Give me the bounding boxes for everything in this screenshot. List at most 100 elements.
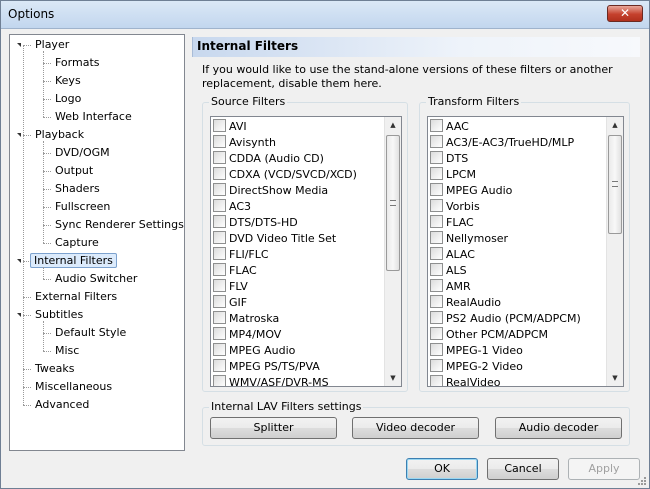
filter-checkbox[interactable]: [430, 151, 443, 164]
filter-list-item[interactable]: MPEG PS/TS/PVA: [213, 359, 320, 375]
tree-item-subtitles[interactable]: Subtitles: [30, 306, 88, 324]
scroll-thumb[interactable]: [608, 135, 622, 234]
tree-item-capture[interactable]: Capture: [50, 234, 104, 252]
filter-checkbox[interactable]: [430, 199, 443, 212]
cancel-button[interactable]: Cancel: [487, 458, 559, 480]
filter-checkbox[interactable]: [213, 215, 226, 228]
filter-checkbox[interactable]: [430, 375, 443, 386]
transform-scrollbar[interactable]: ▲ ▼: [606, 117, 623, 386]
filter-list-item[interactable]: MP4/MOV: [213, 327, 281, 343]
tree-item-keys[interactable]: Keys: [50, 72, 86, 90]
filter-list-item[interactable]: MPEG Audio: [213, 343, 295, 359]
filter-list-item[interactable]: Avisynth: [213, 135, 276, 151]
filter-list-item[interactable]: MPEG-1 Video: [430, 343, 523, 359]
filter-list-item[interactable]: CDXA (VCD/SVCD/XCD): [213, 167, 357, 183]
tree-item-player[interactable]: Player: [30, 36, 74, 54]
filter-list-item[interactable]: ALS: [430, 263, 467, 279]
tree-item-output[interactable]: Output: [50, 162, 98, 180]
tree-item-advanced[interactable]: Advanced: [30, 396, 94, 414]
filter-checkbox[interactable]: [430, 215, 443, 228]
source-filters-list[interactable]: WMV/ASF/DVR-MS MPEG PS/TS/PVA MPEG Audio MP…: [210, 116, 402, 387]
filter-checkbox[interactable]: [213, 119, 226, 132]
splitter-button[interactable]: Splitter: [210, 417, 337, 439]
filter-list-item[interactable]: RealAudio: [430, 295, 501, 311]
scroll-down-icon[interactable]: ▼: [385, 370, 401, 386]
filter-checkbox[interactable]: [430, 231, 443, 244]
filter-list-item[interactable]: DTS: [430, 151, 468, 167]
filter-checkbox[interactable]: [213, 327, 226, 340]
tree-item-formats[interactable]: Formats: [50, 54, 105, 72]
filter-checkbox[interactable]: [430, 327, 443, 340]
filter-list-item[interactable]: PS2 Audio (PCM/ADPCM): [430, 311, 581, 327]
filter-list-item[interactable]: AAC: [430, 119, 469, 135]
filter-list-item[interactable]: AVI: [213, 119, 247, 135]
filter-checkbox[interactable]: [213, 135, 226, 148]
filter-checkbox[interactable]: [213, 199, 226, 212]
tree-item-tweaks[interactable]: Tweaks: [30, 360, 80, 378]
filter-list-item[interactable]: FLAC: [430, 215, 474, 231]
expand-arrow-icon[interactable]: [17, 43, 21, 47]
tree-item-shaders[interactable]: Shaders: [50, 180, 105, 198]
filter-list-item[interactable]: AMR: [430, 279, 471, 295]
filter-list-item[interactable]: Nellymoser: [430, 231, 508, 247]
filter-checkbox[interactable]: [430, 343, 443, 356]
filter-checkbox[interactable]: [213, 167, 226, 180]
filter-checkbox[interactable]: [213, 343, 226, 356]
filter-checkbox[interactable]: [213, 375, 226, 386]
filter-checkbox[interactable]: [430, 295, 443, 308]
filter-list-item[interactable]: FLV: [213, 279, 248, 295]
filter-checkbox[interactable]: [430, 263, 443, 276]
video-decoder-button[interactable]: Video decoder: [352, 417, 479, 439]
filter-list-item[interactable]: LPCM: [430, 167, 476, 183]
filter-checkbox[interactable]: [430, 279, 443, 292]
filter-list-item[interactable]: AC3: [213, 199, 251, 215]
filter-list-item[interactable]: Matroska: [213, 311, 279, 327]
filter-list-item[interactable]: DTS/DTS-HD: [213, 215, 298, 231]
apply-button[interactable]: Apply: [568, 458, 640, 480]
filter-checkbox[interactable]: [213, 183, 226, 196]
filter-list-item[interactable]: GIF: [213, 295, 247, 311]
title-bar[interactable]: Options ✕: [1, 1, 649, 29]
filter-list-item[interactable]: FLAC: [213, 263, 257, 279]
tree-item-logo[interactable]: Logo: [50, 90, 86, 108]
filter-checkbox[interactable]: [430, 135, 443, 148]
scroll-thumb[interactable]: [386, 135, 400, 271]
filter-list-item[interactable]: CDDA (Audio CD): [213, 151, 324, 167]
filter-checkbox[interactable]: [213, 311, 226, 324]
scroll-down-icon[interactable]: ▼: [607, 370, 623, 386]
audio-decoder-button[interactable]: Audio decoder: [495, 417, 622, 439]
filter-checkbox[interactable]: [213, 263, 226, 276]
expand-arrow-icon[interactable]: [17, 133, 21, 137]
tree-item-web-interface[interactable]: Web Interface: [50, 108, 137, 126]
tree-item-miscellaneous[interactable]: Miscellaneous: [30, 378, 117, 396]
filter-checkbox[interactable]: [213, 359, 226, 372]
filter-checkbox[interactable]: [430, 359, 443, 372]
filter-list-item[interactable]: Other PCM/ADPCM: [430, 327, 548, 343]
filter-list-item[interactable]: DirectShow Media: [213, 183, 328, 199]
tree-item-default-style[interactable]: Default Style: [50, 324, 131, 342]
filter-checkbox[interactable]: [430, 167, 443, 180]
scroll-up-icon[interactable]: ▲: [607, 117, 623, 133]
scroll-up-icon[interactable]: ▲: [385, 117, 401, 133]
ok-button[interactable]: OK: [406, 458, 478, 480]
filter-list-item[interactable]: Vorbis: [430, 199, 480, 215]
filter-checkbox[interactable]: [213, 247, 226, 260]
tree-item-external-filters[interactable]: External Filters: [30, 288, 122, 306]
tree-item-playback[interactable]: Playback: [30, 126, 89, 144]
options-tree[interactable]: Player Formats Keys Logo Web Interface Playba…: [9, 34, 185, 451]
tree-item-sync-renderer-settings[interactable]: Sync Renderer Settings: [50, 216, 189, 234]
filter-checkbox[interactable]: [213, 279, 226, 292]
resize-grip-icon[interactable]: [637, 476, 647, 486]
filter-list-item[interactable]: MPEG Audio: [430, 183, 512, 199]
filter-checkbox[interactable]: [213, 151, 226, 164]
close-button[interactable]: ✕: [607, 5, 643, 22]
tree-item-dvd-ogm[interactable]: DVD/OGM: [50, 144, 115, 162]
expand-arrow-icon[interactable]: [17, 259, 21, 263]
filter-list-item[interactable]: RealVideo: [430, 375, 501, 386]
filter-list-item[interactable]: ALAC: [430, 247, 475, 263]
expand-arrow-icon[interactable]: [17, 313, 21, 317]
filter-list-item[interactable]: MPEG-2 Video: [430, 359, 523, 375]
filter-list-item[interactable]: DVD Video Title Set: [213, 231, 336, 247]
tree-item-fullscreen[interactable]: Fullscreen: [50, 198, 115, 216]
tree-item-audio-switcher[interactable]: Audio Switcher: [50, 270, 142, 288]
